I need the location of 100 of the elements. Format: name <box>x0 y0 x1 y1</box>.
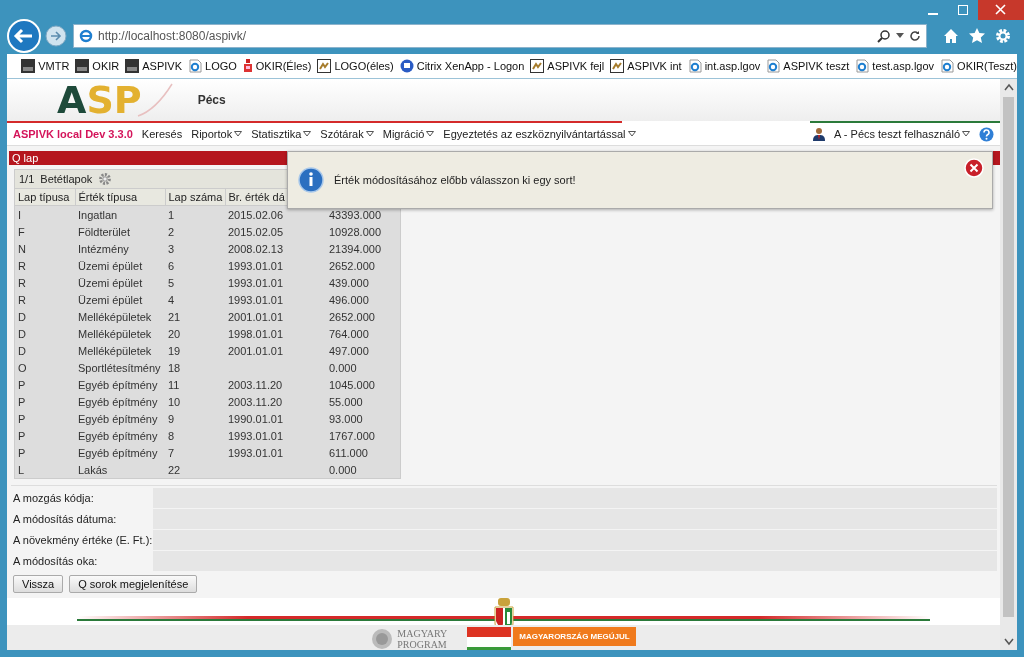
page-counter: 1/1 <box>19 173 35 185</box>
table-cell-text: 2003.11.20 <box>227 394 284 410</box>
table-cell-text: Üzemi épület <box>77 275 144 291</box>
table-cell-text: P <box>17 445 27 461</box>
table-cell-text: 20 <box>167 326 182 342</box>
menu-item[interactable]: Szótárak <box>320 128 364 140</box>
scroll-down-icon[interactable] <box>1003 638 1014 646</box>
favorite-link[interactable]: ASPIVK <box>125 59 182 73</box>
table-cell: Ingatlan <box>75 205 165 223</box>
forward-button[interactable] <box>45 25 67 47</box>
campaign-badge: MAGYARORSZÁG MEGÚJUL <box>513 627 636 646</box>
address-field[interactable]: http://localhost:8080/aspivk/ <box>73 24 927 48</box>
globe-icon <box>399 59 414 73</box>
certificate-icon <box>530 59 545 73</box>
table-cell-text: R <box>17 275 27 291</box>
favorite-link[interactable]: LOGO <box>188 59 237 73</box>
search-icon[interactable] <box>877 29 891 43</box>
table-cell-text: Egyéb építmény <box>77 428 159 444</box>
field-label: A módosítás dátuma: <box>12 513 118 525</box>
scroll-up-icon[interactable] <box>1003 83 1014 91</box>
table-cell-text: 11 <box>167 377 181 393</box>
favorite-link[interactable]: Citrix XenApp - Logon <box>399 59 525 73</box>
table-cell-text: Üzemi épület <box>77 258 144 274</box>
table-cell-text: P <box>17 377 27 393</box>
favorite-link[interactable]: ASPIVK fejl <box>530 59 605 73</box>
info-icon <box>298 167 324 193</box>
menu-item[interactable]: Keresés <box>141 128 183 140</box>
user-menu[interactable]: A - Pécs teszt felhasználó <box>834 128 960 140</box>
table-cell-text: 764.000 <box>328 326 370 342</box>
table-cell-text: 2003.11.20 <box>227 377 284 393</box>
city-label: Pécs <box>197 93 226 107</box>
table-cell-text: 43393.000 <box>328 207 382 223</box>
field-label: A növekmény értéke (E. Ft.): <box>12 534 153 546</box>
table-cell-text: 93.000 <box>328 411 364 427</box>
dropdown-arrow-icon[interactable] <box>962 131 970 137</box>
table-cell-text: 9 <box>167 411 176 427</box>
settings-icon[interactable] <box>98 172 113 186</box>
table-cell-text: Egyéb építmény <box>77 411 159 427</box>
table-cell-text: Egyéb építmény <box>77 377 159 393</box>
program-name: MAGYARY <box>397 628 448 639</box>
caret-icon[interactable] <box>896 33 904 39</box>
refresh-icon[interactable] <box>909 30 921 42</box>
table-cell-text: 1767.000 <box>328 428 376 444</box>
home-icon[interactable] <box>943 28 959 44</box>
favorite-link[interactable]: OKIR <box>75 59 120 73</box>
table-cell-text: 55.000 <box>328 394 364 410</box>
table-cell-text: Melléképületek <box>77 326 153 342</box>
menu-item[interactable]: Egyeztetés az eszköznyilvántartással <box>443 128 626 140</box>
menu-item[interactable]: Migráció <box>382 128 425 140</box>
table-cell-text: F <box>17 224 26 240</box>
table-cell-text: 4 <box>167 292 176 308</box>
table-cell-text: 1990.01.01 <box>227 411 285 427</box>
dropdown-arrow-icon[interactable] <box>426 131 435 137</box>
help-icon[interactable] <box>979 126 994 142</box>
back-button[interactable] <box>7 19 41 53</box>
star-icon[interactable] <box>969 28 985 44</box>
column-header[interactable]: Lap száma <box>165 189 225 206</box>
form-button[interactable]: Q sorok megjelenítése <box>69 575 198 593</box>
scrollbar[interactable] <box>1000 79 1017 650</box>
dropdown-arrow-icon[interactable] <box>365 131 374 137</box>
menu-item[interactable]: Riportok <box>191 128 233 140</box>
user-icon <box>813 127 826 141</box>
favorite-link[interactable]: LOGO(éles) <box>317 59 394 73</box>
favorite-link[interactable]: OKIR(Éles) <box>242 59 312 73</box>
menu-item[interactable]: Statisztika <box>251 128 302 140</box>
table-cell-text: 2008.02.13 <box>227 241 285 257</box>
dropdown-arrow-icon[interactable] <box>627 131 636 137</box>
table-cell-text: 1998.01.01 <box>227 326 285 342</box>
column-header[interactable]: Érték típusa <box>75 189 165 206</box>
table-cell-text: 18 <box>167 360 182 376</box>
favorite-link[interactable]: ASPIVK teszt <box>766 59 850 73</box>
app-version-label: ASPIVK local Dev 3.3.0 <box>13 128 133 140</box>
table-cell-text: N <box>17 241 27 257</box>
close-icon[interactable] <box>964 158 984 178</box>
cap-icon <box>21 59 36 73</box>
program-name: PROGRAM <box>397 639 448 650</box>
certificate-icon <box>610 59 625 73</box>
dropdown-arrow-icon[interactable] <box>303 131 312 137</box>
favorite-link[interactable]: OKIR(Teszt) <box>940 59 1017 73</box>
favorite-link[interactable]: ASPIVK int <box>610 59 682 73</box>
table-cell-text: 21394.000 <box>328 241 382 257</box>
table-cell-text: 1045.000 <box>328 377 376 393</box>
column-header[interactable]: Lap típusa <box>15 189 75 206</box>
cap-icon <box>125 59 140 73</box>
table-cell-text: 2001.01.01 <box>227 343 285 359</box>
close-button[interactable] <box>978 0 1024 20</box>
table-cell-text: 2652.000 <box>328 309 376 325</box>
flask-icon <box>242 59 253 73</box>
dropdown-arrow-icon[interactable] <box>234 131 243 137</box>
favorite-link[interactable]: int.asp.lgov <box>687 59 761 73</box>
favorite-link[interactable]: test.asp.lgov <box>855 59 935 73</box>
table-cell-text: 8 <box>167 428 176 444</box>
table-cell-text: 439.000 <box>328 275 370 291</box>
form-button[interactable]: Vissza <box>13 575 64 593</box>
table-cell-text: L <box>17 462 26 478</box>
favorite-link[interactable]: VMTR <box>21 59 70 73</box>
table-cell-text: 3 <box>167 241 176 257</box>
table-cell-text: 1993.01.01 <box>227 445 285 461</box>
table-cell-text: Egyéb építmény <box>77 394 159 410</box>
table-cell-text: 22 <box>167 462 182 478</box>
